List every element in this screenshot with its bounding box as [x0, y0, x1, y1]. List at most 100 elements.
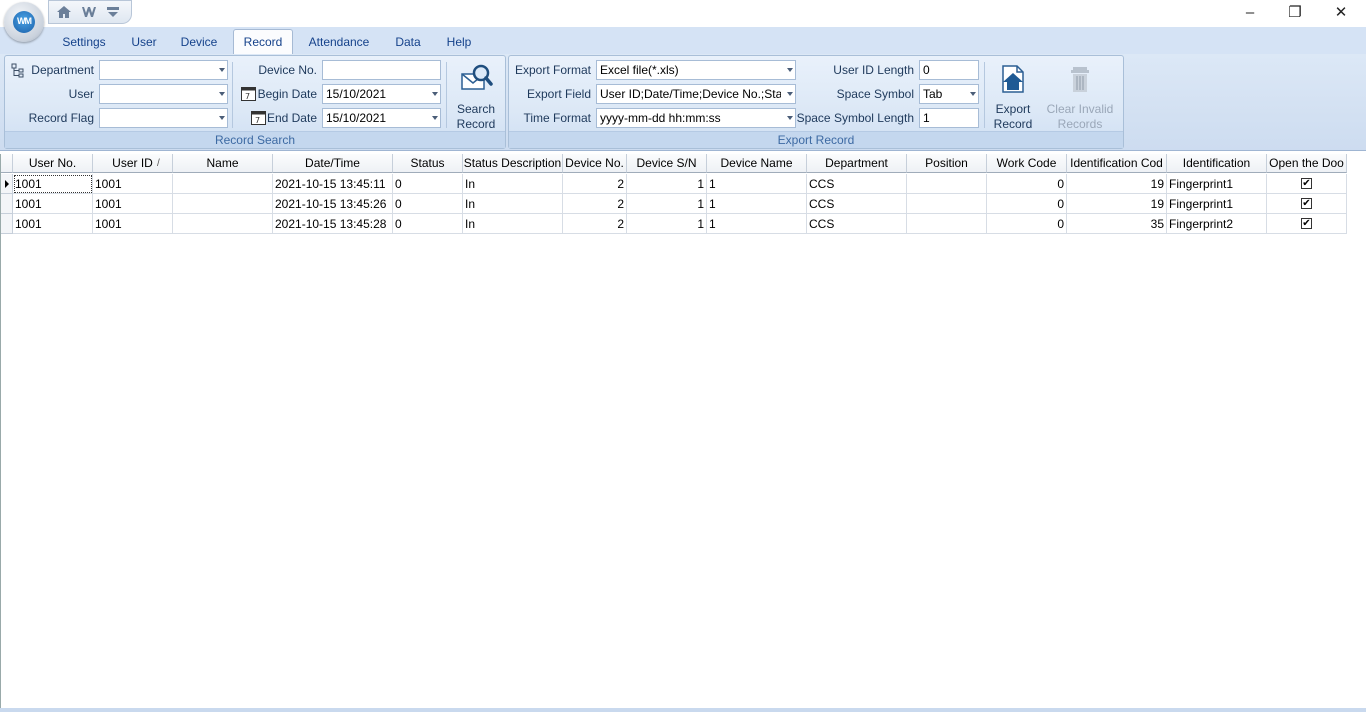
cell-name[interactable] [173, 174, 273, 194]
cell-device-name[interactable]: 1 [707, 174, 807, 194]
cell-identification-code[interactable]: 19 [1067, 174, 1167, 194]
end-date-picker[interactable]: 15/10/2021 [322, 108, 441, 128]
tab-settings[interactable]: Settings [55, 30, 113, 54]
cell-date-time[interactable]: 2021-10-15 13:45:11 [273, 174, 393, 194]
column-header-identification[interactable]: Identification [1167, 154, 1267, 173]
clear-invalid-records-button[interactable]: Clear Invalid Records [1043, 60, 1117, 131]
cell-department[interactable]: CCS [807, 214, 907, 234]
cell-user-no[interactable]: 1001 [13, 194, 93, 214]
cell-identification[interactable]: Fingerprint1 [1167, 194, 1267, 214]
cell-work-code[interactable]: 0 [987, 214, 1067, 234]
cell-open-the-door[interactable]: ✔ [1267, 214, 1347, 234]
cell-identification[interactable]: Fingerprint2 [1167, 214, 1267, 234]
cell-user-id[interactable]: 1001 [93, 174, 173, 194]
customize-qat-icon[interactable] [104, 4, 122, 20]
cell-open-the-door[interactable]: ✔ [1267, 174, 1347, 194]
export-record-label: Export Record [993, 102, 1033, 131]
column-header-open-the-door[interactable]: Open the Doo [1267, 154, 1347, 173]
user-id-length-input[interactable]: 0 [919, 60, 979, 80]
time-format-value: yyyy-mm-dd hh:mm:ss [600, 111, 721, 125]
table-row[interactable]: 1001 1001 2021-10-15 13:45:26 0 In 2 1 1… [1, 194, 1347, 214]
column-header-user-id[interactable]: User ID / [93, 154, 173, 173]
cell-status[interactable]: 0 [393, 214, 463, 234]
logo-small-icon[interactable] [80, 4, 98, 20]
tab-attendance[interactable]: Attendance [300, 30, 378, 54]
cell-user-no[interactable]: 1001 [13, 214, 93, 234]
cell-date-time[interactable]: 2021-10-15 13:45:26 [273, 194, 393, 214]
user-value [103, 85, 213, 103]
table-row[interactable]: 1001 1001 2021-10-15 13:45:28 0 In 2 1 1… [1, 214, 1347, 234]
minimize-button[interactable]: – [1227, 0, 1273, 27]
cell-device-sn[interactable]: 1 [627, 174, 707, 194]
column-header-work-code[interactable]: Work Code [987, 154, 1067, 173]
column-header-department[interactable]: Department [807, 154, 907, 173]
cell-user-id[interactable]: 1001 [93, 214, 173, 234]
table-row[interactable]: 1001 1001 2021-10-15 13:45:11 0 In 2 1 1… [1, 174, 1347, 194]
column-header-status[interactable]: Status [393, 154, 463, 173]
tab-record[interactable]: Record [233, 29, 293, 54]
cell-identification-code[interactable]: 19 [1067, 194, 1167, 214]
cell-device-name[interactable]: 1 [707, 194, 807, 214]
cell-status-description[interactable]: In [463, 174, 563, 194]
column-header-device-no[interactable]: Device No. [563, 154, 627, 173]
cell-user-no[interactable]: 1001 [13, 174, 93, 194]
column-header-device-sn[interactable]: Device S/N [627, 154, 707, 173]
open-door-checkbox[interactable]: ✔ [1301, 198, 1312, 209]
column-header-name[interactable]: Name [173, 154, 273, 173]
cell-work-code[interactable]: 0 [987, 174, 1067, 194]
cell-position[interactable] [907, 194, 987, 214]
cell-status[interactable]: 0 [393, 174, 463, 194]
cell-user-id[interactable]: 1001 [93, 194, 173, 214]
space-symbol-value: Tab [923, 87, 943, 101]
cell-device-no[interactable]: 2 [563, 174, 627, 194]
cell-position[interactable] [907, 174, 987, 194]
cell-device-no[interactable]: 2 [563, 194, 627, 214]
space-symbol-combo[interactable]: Tab [919, 84, 979, 104]
records-grid[interactable]: User No. User ID / Name Date/Time Status… [0, 154, 1366, 708]
space-symbol-length-input[interactable]: 1 [919, 108, 979, 128]
cell-status-description[interactable]: In [463, 214, 563, 234]
tab-data[interactable]: Data [388, 30, 428, 54]
begin-date-picker[interactable]: 15/10/2021 [322, 84, 441, 104]
cell-device-sn[interactable]: 1 [627, 194, 707, 214]
cell-device-sn[interactable]: 1 [627, 214, 707, 234]
cell-device-name[interactable]: 1 [707, 214, 807, 234]
tab-user[interactable]: User [123, 30, 165, 54]
app-logo[interactable]: WM [4, 2, 44, 42]
cell-status[interactable]: 0 [393, 194, 463, 214]
search-record-button[interactable]: Search Record [450, 60, 502, 131]
cell-device-no[interactable]: 2 [563, 214, 627, 234]
department-combo[interactable] [99, 60, 228, 80]
time-format-combo[interactable]: yyyy-mm-dd hh:mm:ss [596, 108, 796, 128]
column-header-user-no[interactable]: User No. [13, 154, 93, 173]
open-door-checkbox[interactable]: ✔ [1301, 218, 1312, 229]
close-button[interactable]: ✕ [1318, 0, 1364, 27]
cell-name[interactable] [173, 194, 273, 214]
restore-button[interactable]: ❐ [1272, 0, 1318, 27]
cell-identification-code[interactable]: 35 [1067, 214, 1167, 234]
export-format-combo[interactable]: Excel file(*.xls) [596, 60, 796, 80]
cell-status-description[interactable]: In [463, 194, 563, 214]
cell-work-code[interactable]: 0 [987, 194, 1067, 214]
cell-identification[interactable]: Fingerprint1 [1167, 174, 1267, 194]
export-field-combo[interactable]: User ID;Date/Time;Device No.;Statu [596, 84, 796, 104]
tab-device[interactable]: Device [173, 30, 225, 54]
cell-open-the-door[interactable]: ✔ [1267, 194, 1347, 214]
column-header-position[interactable]: Position [907, 154, 987, 173]
column-header-device-name[interactable]: Device Name [707, 154, 807, 173]
user-combo[interactable] [99, 84, 228, 104]
column-header-date-time[interactable]: Date/Time [273, 154, 393, 173]
device-no-input[interactable] [322, 60, 441, 80]
cell-position[interactable] [907, 214, 987, 234]
column-header-identification-code[interactable]: Identification Cod [1067, 154, 1167, 173]
cell-date-time[interactable]: 2021-10-15 13:45:28 [273, 214, 393, 234]
cell-department[interactable]: CCS [807, 194, 907, 214]
open-door-checkbox[interactable]: ✔ [1301, 178, 1312, 189]
tab-help[interactable]: Help [438, 30, 480, 54]
column-header-status-description[interactable]: Status Description [463, 154, 563, 173]
home-icon[interactable] [55, 4, 73, 20]
record-flag-combo[interactable] [99, 108, 228, 128]
cell-department[interactable]: CCS [807, 174, 907, 194]
cell-name[interactable] [173, 214, 273, 234]
export-record-button[interactable]: Export Record [989, 60, 1037, 131]
